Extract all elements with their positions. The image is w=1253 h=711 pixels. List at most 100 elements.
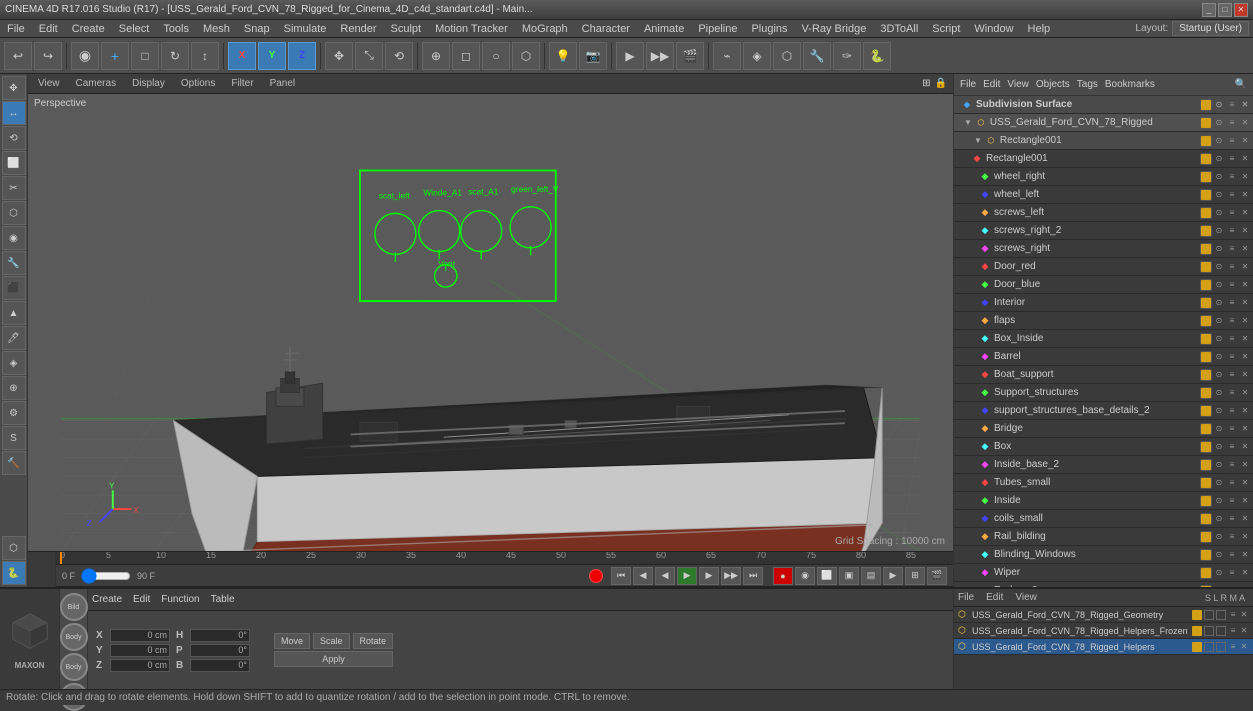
b-dot-8[interactable] — [1204, 642, 1214, 652]
dot-9[interactable] — [1200, 315, 1212, 327]
ctrl-icon-r3[interactable]: ✕ — [1239, 117, 1251, 129]
menu-tools[interactable]: Tools — [160, 23, 192, 35]
obj-search-icon[interactable]: 🔍 — [1233, 79, 1249, 90]
move-attr-btn[interactable]: Move — [274, 633, 310, 649]
obj-row-wheel_right[interactable]: ◆ wheel_right ⊙ ≡ ✕ — [954, 168, 1253, 186]
playback-opt-7[interactable]: ⊞ — [905, 567, 925, 585]
ci-a-17[interactable]: ⊙ — [1213, 459, 1225, 471]
ci-a-14[interactable]: ⊙ — [1213, 405, 1225, 417]
dot-5[interactable] — [1200, 243, 1212, 255]
dot-23[interactable] — [1200, 567, 1212, 579]
dot-19[interactable] — [1200, 495, 1212, 507]
ci-b-12[interactable]: ≡ — [1226, 369, 1238, 381]
render-to-po-button[interactable]: 🎬 — [676, 42, 704, 70]
br-tab-file[interactable]: File — [958, 592, 974, 603]
ci-a-0[interactable]: ⊙ — [1213, 153, 1225, 165]
prev-frame-button[interactable]: ◀ — [633, 567, 653, 585]
obj-row-rail_bilding[interactable]: ◆ Rail_bilding ⊙ ≡ ✕ — [954, 528, 1253, 546]
menu-help[interactable]: Help — [1025, 23, 1054, 35]
obj-row-blinding_windows[interactable]: ◆ Blinding_Windows ⊙ ≡ ✕ — [954, 546, 1253, 564]
obj-row-wheel_left[interactable]: ◆ wheel_left ⊙ ≡ ✕ — [954, 186, 1253, 204]
b-icon-ctrl-2[interactable]: ✕ — [1239, 610, 1249, 620]
ctrl-icon-r1[interactable]: ⊙ — [1213, 117, 1225, 129]
sculpt-btn[interactable]: ✑ — [833, 42, 861, 70]
go-end-button[interactable]: ⏭ — [743, 567, 763, 585]
obj-row-box_inside[interactable]: ◆ Box_Inside ⊙ ≡ ✕ — [954, 330, 1253, 348]
obj-row-wiper[interactable]: ◆ Wiper ⊙ ≡ ✕ — [954, 564, 1253, 582]
obj-tab-edit[interactable]: Edit — [981, 79, 1002, 90]
playback-opt-5[interactable]: ▤ — [861, 567, 881, 585]
ci-a-21[interactable]: ⊙ — [1213, 531, 1225, 543]
dot-4[interactable] — [1200, 225, 1212, 237]
b-dot-4[interactable] — [1192, 626, 1202, 636]
menu-sculpt[interactable]: Sculpt — [387, 23, 424, 35]
ci-a-19[interactable]: ⊙ — [1213, 495, 1225, 507]
pos-z-input[interactable] — [110, 659, 170, 672]
vp-tab-display[interactable]: Display — [128, 78, 169, 89]
ci-b-9[interactable]: ≡ — [1226, 315, 1238, 327]
dot-root-1[interactable] — [1200, 117, 1212, 129]
maximize-button[interactable]: □ — [1218, 3, 1232, 17]
left-tool-7[interactable]: ◉ — [2, 226, 26, 250]
circle-btn-bild[interactable]: Bild — [60, 593, 88, 621]
ci-b-21[interactable]: ≡ — [1226, 531, 1238, 543]
ci-b-14[interactable]: ≡ — [1226, 405, 1238, 417]
dot-11[interactable] — [1200, 351, 1212, 363]
ci-a-11[interactable]: ⊙ — [1213, 351, 1225, 363]
b-icon-ctrl-5[interactable]: ≡ — [1228, 642, 1238, 652]
obj-tab-bookmarks[interactable]: Bookmarks — [1103, 79, 1157, 90]
ci-b-3[interactable]: ≡ — [1226, 207, 1238, 219]
timeline-cursor[interactable] — [60, 552, 62, 564]
obj-row-rectangle001[interactable]: ▼ ⬡ Rectangle001 ⊙ ≡ ✕ — [954, 132, 1253, 150]
vp-tab-view[interactable]: View — [34, 78, 64, 89]
menu-mograph[interactable]: MoGraph — [519, 23, 571, 35]
ci-c-17[interactable]: ✕ — [1239, 459, 1251, 471]
playback-opt-6[interactable]: ▶ — [883, 567, 903, 585]
menu-plugins[interactable]: Plugins — [748, 23, 790, 35]
menu-mesh[interactable]: Mesh — [200, 23, 233, 35]
dot-8[interactable] — [1200, 297, 1212, 309]
ci-a-6[interactable]: ⊙ — [1213, 261, 1225, 273]
ci-a-22[interactable]: ⊙ — [1213, 549, 1225, 561]
ci-b-8[interactable]: ≡ — [1226, 297, 1238, 309]
ci-b-1[interactable]: ≡ — [1226, 171, 1238, 183]
ci-a-13[interactable]: ⊙ — [1213, 387, 1225, 399]
left-tool-2[interactable]: ↔ — [2, 101, 26, 125]
rotate-button[interactable]: ⟲ — [385, 42, 413, 70]
ci-a-3[interactable]: ⊙ — [1213, 207, 1225, 219]
menu-edit[interactable]: Edit — [36, 23, 61, 35]
playback-opt-4[interactable]: ▣ — [839, 567, 859, 585]
menu-animate[interactable]: Animate — [641, 23, 687, 35]
ci-c-16[interactable]: ✕ — [1239, 441, 1251, 453]
menu-script[interactable]: Script — [929, 23, 963, 35]
ci-b-19[interactable]: ≡ — [1226, 495, 1238, 507]
left-tool-1[interactable]: ✥ — [2, 76, 26, 100]
ci-c-15[interactable]: ✕ — [1239, 423, 1251, 435]
ci-c-23[interactable]: ✕ — [1239, 567, 1251, 579]
ci-c-21[interactable]: ✕ — [1239, 531, 1251, 543]
ci-b-23[interactable]: ≡ — [1226, 567, 1238, 579]
minimize-button[interactable]: _ — [1202, 3, 1216, 17]
ci-b-13[interactable]: ≡ — [1226, 387, 1238, 399]
playback-opt-8[interactable]: 🎬 — [927, 567, 947, 585]
b-dot-6[interactable] — [1216, 626, 1226, 636]
ci-c-5[interactable]: ✕ — [1239, 243, 1251, 255]
menu-file[interactable]: File — [4, 23, 28, 35]
obj-row-inside[interactable]: ◆ Inside ⊙ ≡ ✕ — [954, 492, 1253, 510]
obj-row-inside_base_2[interactable]: ◆ Inside_base_2 ⊙ ≡ ✕ — [954, 456, 1253, 474]
rotate-attr-btn[interactable]: Rotate — [353, 633, 394, 649]
object-mode-button[interactable]: ◉ — [71, 42, 99, 70]
b-icon-ctrl-4[interactable]: ✕ — [1239, 626, 1249, 636]
select-button[interactable]: □ — [131, 42, 159, 70]
obj-tab-objects[interactable]: Objects — [1034, 79, 1072, 90]
left-tool-12[interactable]: ◈ — [2, 351, 26, 375]
dot-15[interactable] — [1200, 423, 1212, 435]
render-preview-button[interactable]: ▶ — [616, 42, 644, 70]
left-tool-14[interactable]: ⚙ — [2, 401, 26, 425]
menu-create[interactable]: Create — [69, 23, 108, 35]
ci-c-0[interactable]: ✕ — [1239, 153, 1251, 165]
menu-window[interactable]: Window — [971, 23, 1016, 35]
next-frame-button[interactable]: ▶▶ — [721, 567, 741, 585]
ci-c-20[interactable]: ✕ — [1239, 513, 1251, 525]
b-dot-2[interactable] — [1204, 610, 1214, 620]
